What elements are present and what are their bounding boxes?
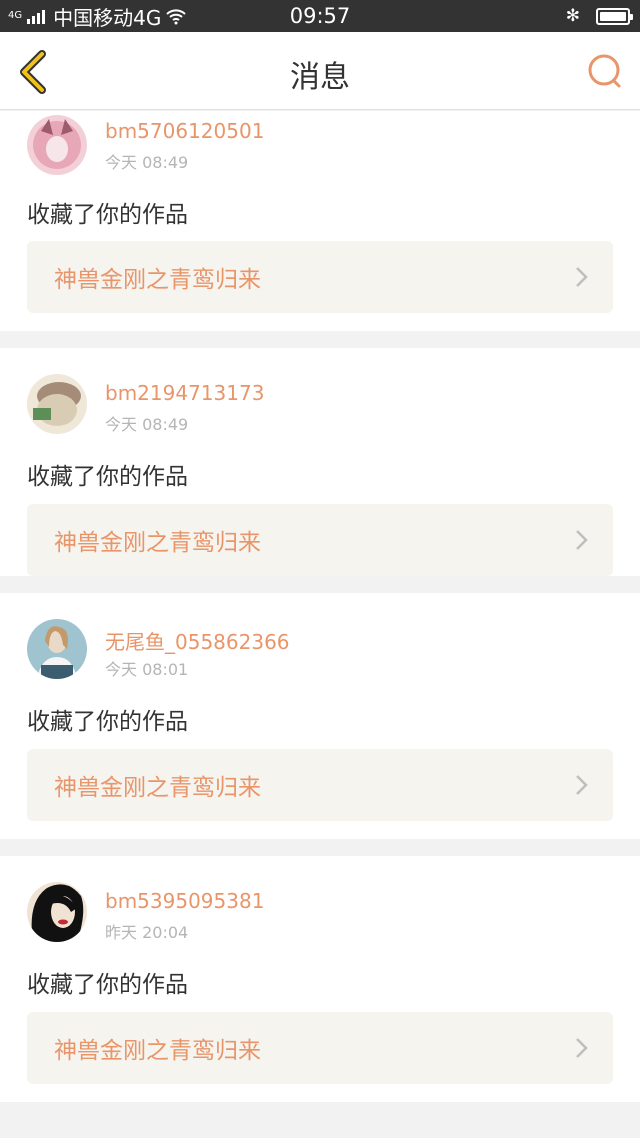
timestamp: 昨天 20:04: [105, 923, 189, 942]
status-time: 09:57: [289, 4, 351, 28]
username[interactable]: bm5706120501: [105, 119, 264, 143]
action-text: 收藏了你的作品: [27, 464, 188, 490]
status-right: ✻: [565, 6, 633, 26]
message-card: bm5395095381 昨天 20:04 收藏了你的作品 神兽金刚之青鸾归来: [0, 856, 640, 1102]
work-title: 神兽金刚之青鸾归来: [54, 1038, 261, 1064]
work-link[interactable]: 神兽金刚之青鸾归来: [27, 1012, 613, 1084]
work-link[interactable]: 神兽金刚之青鸾归来: [27, 749, 613, 821]
chevron-right-icon: [576, 775, 588, 795]
work-link[interactable]: 神兽金刚之青鸾归来: [27, 504, 613, 576]
avatar[interactable]: [27, 374, 87, 434]
nav-bar: 消息: [0, 32, 640, 110]
work-title: 神兽金刚之青鸾归来: [54, 267, 261, 293]
action-text: 收藏了你的作品: [27, 972, 188, 998]
username[interactable]: 无尾鱼_055862366: [105, 626, 290, 655]
avatar[interactable]: [27, 882, 87, 942]
message-card: 无尾鱼_055862366 今天 08:01 收藏了你的作品 神兽金刚之青鸾归来: [0, 593, 640, 839]
search-icon[interactable]: [586, 52, 624, 90]
action-text: 收藏了你的作品: [27, 202, 188, 228]
timestamp: 今天 08:01: [105, 660, 189, 679]
message-card: bm2194713173 今天 08:49 收藏了你的作品 神兽金刚之青鸾归来: [0, 348, 640, 576]
message-feed: bm5706120501 今天 08:49 收藏了你的作品 神兽金刚之青鸾归来 …: [0, 111, 640, 1119]
chevron-right-icon: [576, 1038, 588, 1058]
action-text: 收藏了你的作品: [27, 709, 188, 735]
avatar[interactable]: [27, 115, 87, 175]
work-title: 神兽金刚之青鸾归来: [54, 775, 261, 801]
avatar[interactable]: [27, 619, 87, 679]
message-card: bm5706120501 今天 08:49 收藏了你的作品 神兽金刚之青鸾归来: [0, 111, 640, 331]
username[interactable]: bm2194713173: [105, 381, 264, 405]
bluetooth-icon: ✻: [565, 6, 580, 26]
timestamp: 今天 08:49: [105, 153, 189, 172]
work-link[interactable]: 神兽金刚之青鸾归来: [27, 241, 613, 313]
work-title: 神兽金刚之青鸾归来: [54, 530, 261, 556]
username[interactable]: bm5395095381: [105, 889, 264, 913]
timestamp: 今天 08:49: [105, 415, 189, 434]
status-bar: 4G 中国移动4G 09:57 ✻: [0, 0, 640, 32]
chevron-right-icon: [576, 267, 588, 287]
page-title: 消息: [290, 60, 350, 95]
battery-icon: [596, 7, 633, 25]
chevron-right-icon: [576, 530, 588, 550]
